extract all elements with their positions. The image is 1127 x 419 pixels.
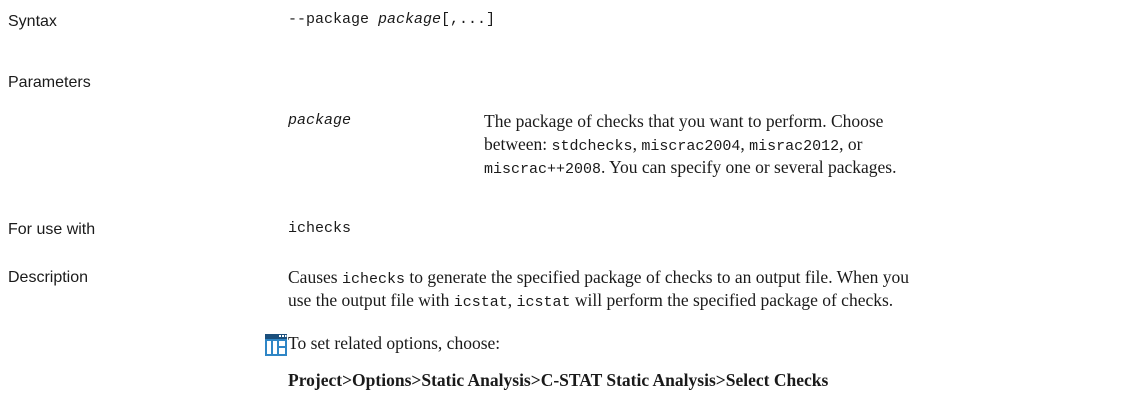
syntax-heading: Syntax <box>8 13 57 30</box>
syntax-rest: [,...] <box>441 11 496 28</box>
description-text: to generate the specified package of che… <box>404 267 910 287</box>
syntax-option: --package <box>288 11 379 28</box>
package-misrac2012: misrac2012 <box>749 138 840 155</box>
code-icstat: icstat <box>516 294 571 311</box>
separator: , <box>632 134 642 154</box>
separator: , <box>740 134 750 154</box>
parameters-heading: Parameters <box>8 74 91 91</box>
parameter-name: package <box>288 112 351 129</box>
parameter-desc-line-1: The package of checks that you want to p… <box>484 111 884 131</box>
description-heading: Description <box>8 269 89 286</box>
package-miscracpp2008: miscrac++2008 <box>484 161 602 178</box>
for-use-with-tool: ichecks <box>288 220 352 237</box>
separator: , <box>507 290 517 310</box>
parameter-name-text: package <box>288 112 352 129</box>
package-miscrac2004: miscrac2004 <box>641 138 741 155</box>
description-text: Causes <box>288 267 342 287</box>
syntax-line: --package package[,...] <box>288 11 495 28</box>
code-icstat: icstat <box>453 294 508 311</box>
separator: , or <box>839 134 863 154</box>
for-use-with-heading: For use with <box>8 221 96 238</box>
syntax-arg: package <box>378 11 442 28</box>
description-text: use the output file with <box>288 290 454 310</box>
code-ichecks: ichecks <box>341 271 405 288</box>
menu-path: Project>Options>Static Analysis>C-STAT S… <box>288 370 829 390</box>
tip-text: To set related options, choose: <box>288 333 501 353</box>
ide-window-icon <box>265 334 287 356</box>
parameter-desc-text: between: <box>484 134 552 154</box>
ide-window-icon-graphic <box>265 334 287 356</box>
package-stdchecks: stdchecks <box>551 138 633 155</box>
description-text: will perform the specified package of ch… <box>570 290 894 310</box>
description-line-2: use the output file with icstat, icstat … <box>288 288 893 315</box>
parameter-desc-text: . You can specify one or several package… <box>601 157 897 177</box>
parameter-desc-line-3: miscrac++2008. You can specify one or se… <box>484 155 897 182</box>
